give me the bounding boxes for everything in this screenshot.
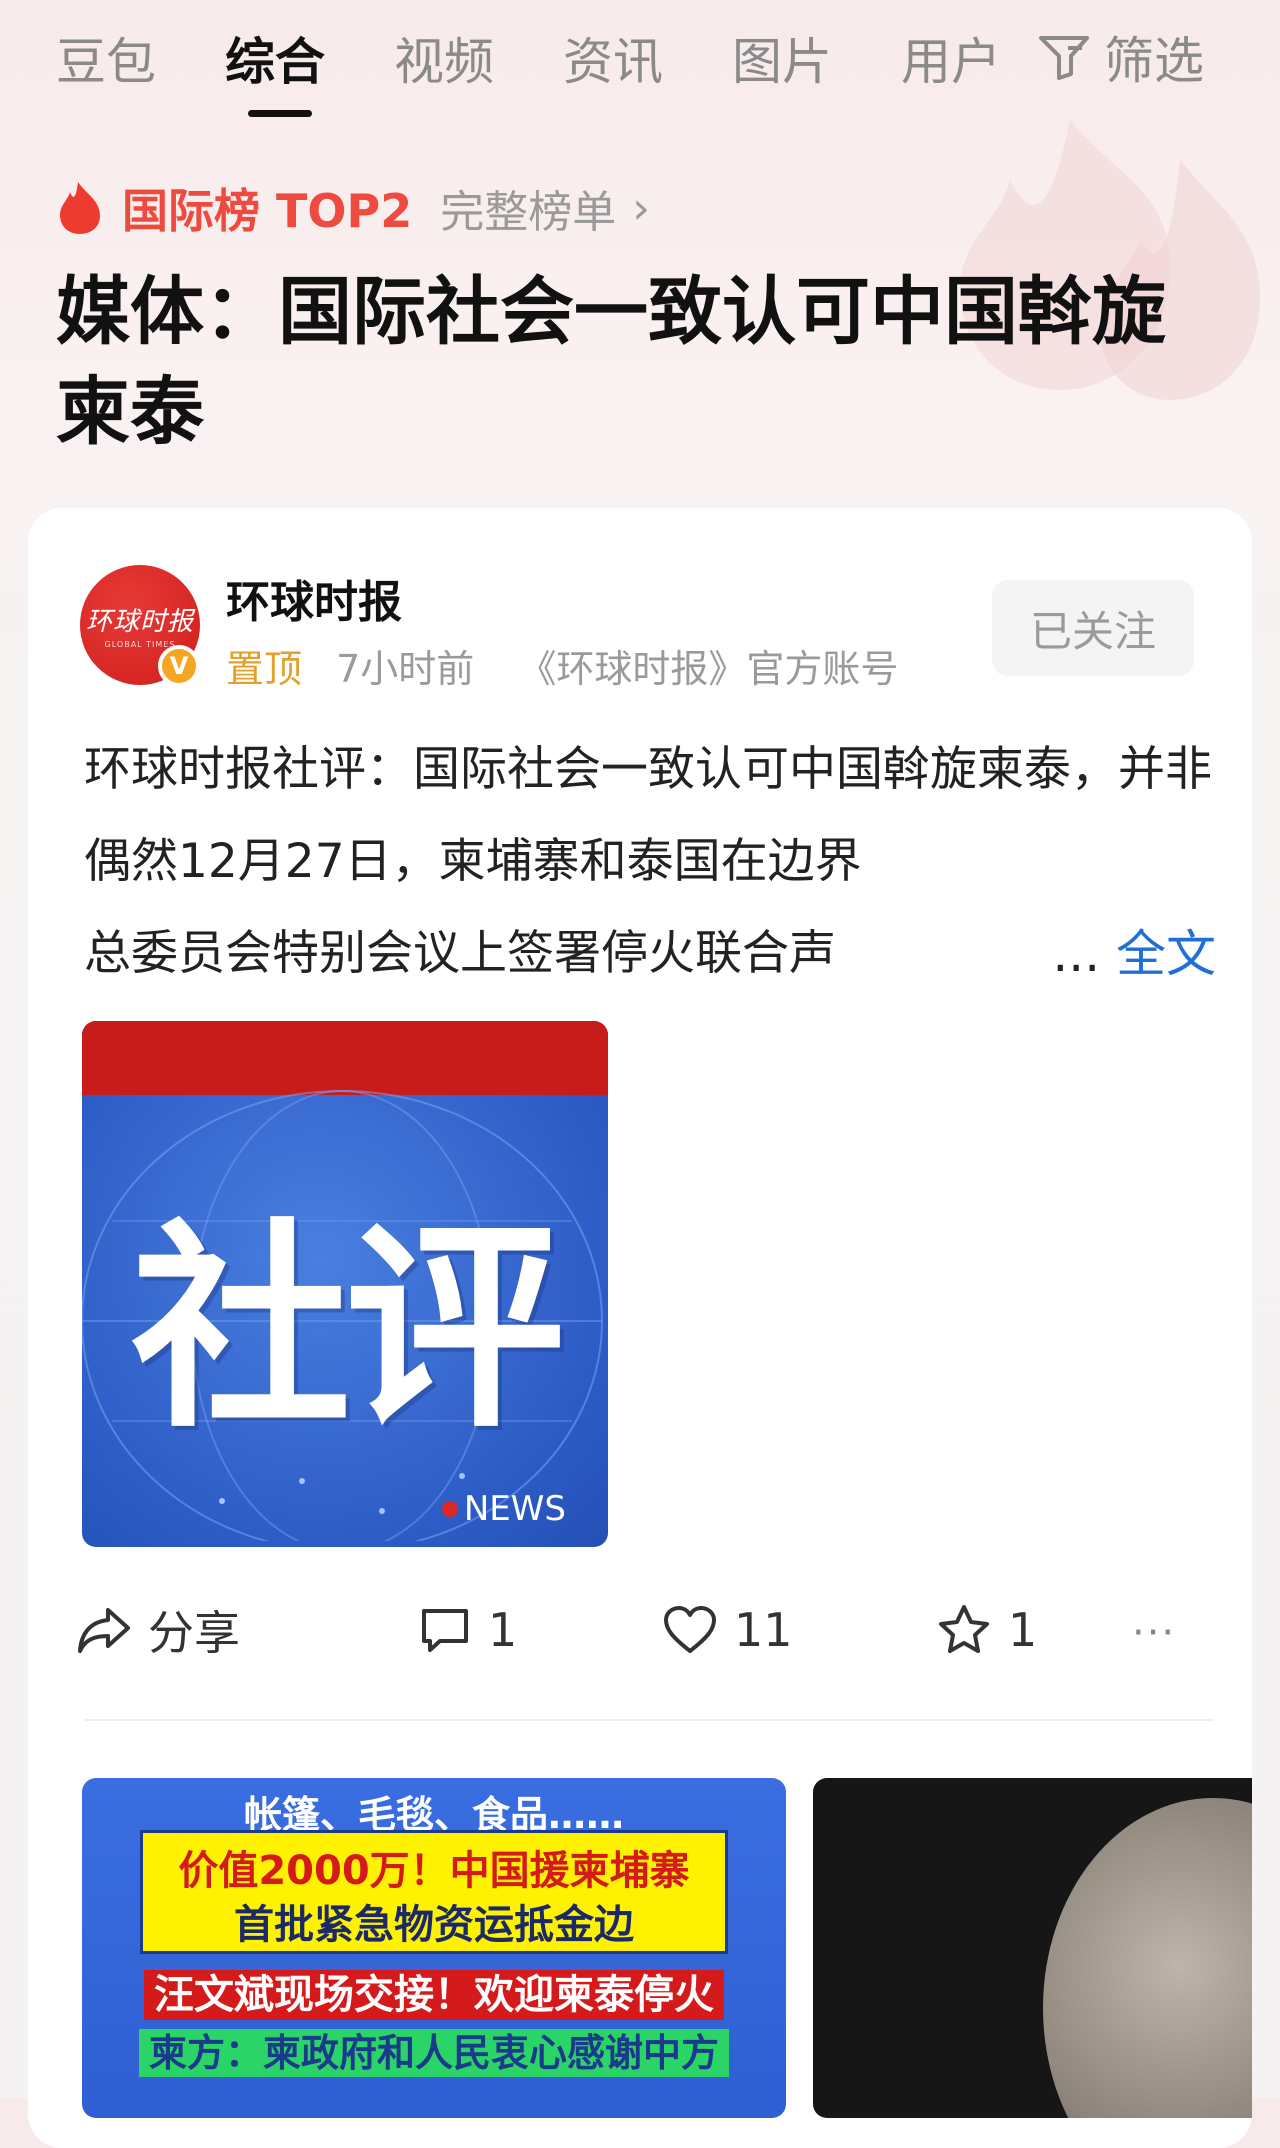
photo-subject [1043,1798,1252,2118]
thumb-line-4-wrap: 汪文斌现场交接！欢迎柬泰停火 [82,1962,786,2020]
chevron-right-icon: › [632,182,650,234]
filter-icon [1039,36,1089,80]
filter-button[interactable]: 筛选 [1038,22,1204,92]
avatar-logo-text: 环球时报 [85,607,194,637]
filter-label: 筛选 [1104,32,1204,90]
author-name[interactable]: 环球时报 [226,566,402,630]
like-count: 11 [734,1603,793,1657]
editorial-title: 社评 [130,1201,565,1457]
editorial-image[interactable]: 社评 NEWS [82,1021,608,1547]
follow-button[interactable]: 已关注 [992,580,1194,676]
post-text-last-line: 总委员会特别会议上签署停火联合声 ... 全文 [84,908,1216,1000]
thumb-line-4: 汪文斌现场交接！欢迎柬泰停火 [144,1970,724,2020]
star-icon [939,1605,989,1653]
share-icon [78,1608,130,1653]
topic-headline[interactable]: 媒体：国际社会一致认可中国斡旋柬泰 [56,262,1206,462]
verified-badge-icon: V [158,645,200,687]
comment-icon [422,1609,468,1652]
tab-users[interactable]: 用户 [901,22,1001,94]
related-news-thumbnail[interactable]: 帐篷、毛毯、食品…… 价值2000万！中国援柬埔寨 首批紧急物资运抵金边 汪文斌… [82,1778,786,2118]
hot-rank-label: 国际榜 TOP2 [122,184,413,238]
thumb-line-2: 价值2000万！中国援柬埔寨 [178,1848,690,1894]
pinned-badge: 置顶 [226,647,303,691]
news-badge-text: NEWS [463,1489,566,1529]
tab-news[interactable]: 资讯 [563,22,663,94]
tab-images[interactable]: 图片 [732,22,832,94]
thumb-line-3: 首批紧急物资运抵金边 [234,1902,634,1948]
comment-button[interactable]: 1 [418,1590,517,1670]
search-tabs: 豆包 综合 视频 资讯 图片 用户 筛选 [0,0,1280,125]
avatar-logo-subtext: GLOBAL TIMES [104,640,176,649]
thumb-line-5: 柬方：柬政府和人民衷心感谢中方 [138,2029,729,2077]
comment-count: 1 [488,1603,518,1657]
full-text-label: 全文 [1116,925,1216,983]
card-divider [84,1719,1214,1721]
tab-doubao[interactable]: 豆包 [56,22,156,94]
flame-icon [60,182,100,234]
share-button[interactable]: 分享 [76,1590,240,1670]
account-description: 《环球时报》官方账号 [518,647,899,691]
full-list-link[interactable]: 完整榜单 [440,176,616,240]
post-time: 7小时前 [336,647,475,691]
post-text-line3[interactable]: 总委员会特别会议上签署停火联合声 [84,926,836,981]
favorite-button[interactable]: 1 [936,1590,1037,1670]
favorite-count: 1 [1008,1603,1038,1657]
active-tab-indicator [248,110,312,117]
share-label: 分享 [148,1606,240,1660]
ellipsis: ... [1052,925,1101,983]
news-badge: NEWS [441,1489,566,1529]
thumb-line-5-wrap: 柬方：柬政府和人民衷心感谢中方 [82,2022,786,2077]
post-meta: 置顶 7小时前 《环球时报》官方账号 [226,638,898,693]
like-button[interactable]: 11 [662,1590,793,1670]
tab-comprehensive[interactable]: 综合 [225,22,325,94]
heart-icon [664,1606,716,1653]
post-card: 环球时报 GLOBAL TIMES V 环球时报 置顶 7小时前 《环球时报》官… [28,508,1252,2148]
news-dot-icon [441,1501,458,1517]
tab-video[interactable]: 视频 [394,22,494,94]
post-text[interactable]: 环球时报社评：国际社会一致认可中国斡旋柬泰，并非偶然12月27日，柬埔寨和泰国在… [84,724,1214,908]
expand-full-text-link[interactable]: ... 全文 [1052,908,1216,1000]
more-icon[interactable]: ··· [1132,1610,1176,1656]
related-photo-thumbnail[interactable] [813,1778,1252,2118]
hot-rank-row[interactable]: 国际榜 TOP2 完整榜单 › [56,178,650,238]
action-bar: 分享 1 11 1 ··· [28,1590,1252,1670]
